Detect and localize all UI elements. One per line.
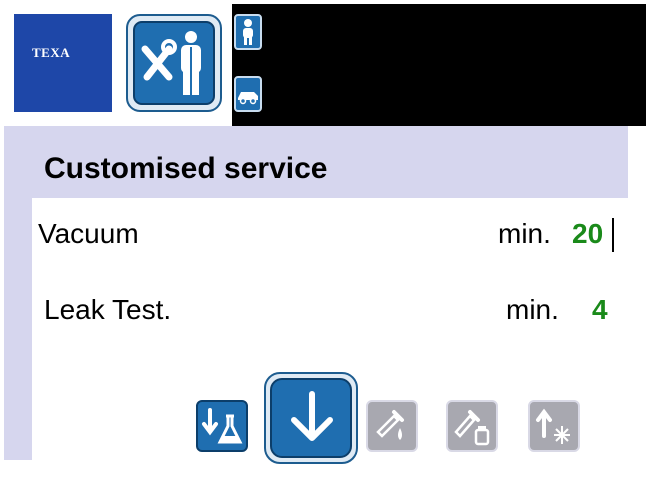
service-mode-button[interactable] [126,14,222,112]
leak-test-value-field[interactable]: 4 [592,294,608,326]
person-icon [236,16,260,48]
logo-text: TEXA [32,45,71,60]
vacuum-flask-button[interactable] [196,400,248,452]
person-button[interactable] [234,14,262,50]
header-left: TEXA [4,4,232,126]
tracer-injection-button[interactable] [446,400,498,452]
vehicle-button[interactable] [234,76,262,112]
content-area: Customised service Vacuum min. 20 Leak T… [4,126,628,464]
vacuum-label: Vacuum [38,218,139,249]
settings-panel: Vacuum min. 20 Leak Test. min. 4 [32,198,628,464]
text-cursor [612,218,614,252]
oil-dropper-icon [368,402,416,450]
refrigerant-recharge-button[interactable] [528,400,580,452]
vacuum-value-field[interactable]: 20 [572,218,603,250]
dropper-bottle-icon [448,402,496,450]
download-flask-icon [198,402,246,450]
leak-test-unit: min. [506,294,559,325]
oil-injection-button[interactable] [366,400,418,452]
arrow-down-icon [270,378,352,458]
up-arrow-snowflake-icon [530,402,578,450]
leak-test-label: Leak Test. [44,294,172,325]
texa-logo: TEXA [14,14,112,112]
page-title: Customised service [44,152,328,185]
vacuum-unit: min. [498,218,551,249]
tools-technician-icon [133,21,215,105]
selected-phase-button[interactable] [264,372,358,464]
top-bar: TEXA [4,4,646,126]
car-icon [236,78,260,110]
screen: TEXA Customised service Vacuum min. 20 L… [0,0,646,486]
